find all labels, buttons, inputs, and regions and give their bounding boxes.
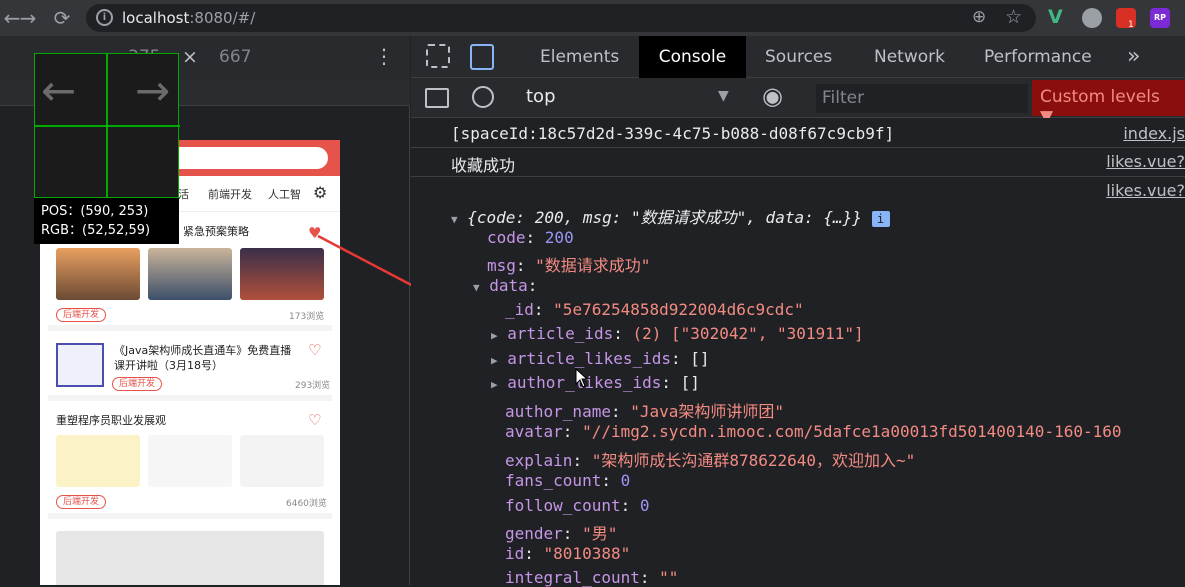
triangle-down-icon: ▼ (473, 281, 480, 294)
object-property: follow_count: 0 (505, 496, 650, 515)
star-icon[interactable]: ☆ (1005, 6, 1022, 28)
object-property[interactable]: ▶ author_likes_ids: [] (491, 373, 700, 392)
category-item[interactable]: 人工智 (268, 186, 301, 202)
list-item[interactable]: 重塑程序员职业发展观 ♡ 后端开发 6460浏览 (48, 407, 332, 519)
article-title: 重塑程序员职业发展观 (56, 414, 166, 427)
article-thumbnail (56, 435, 140, 487)
console-output: [spaceId:18c57d2d-339c-4c75-b088-d08f67c… (411, 118, 1185, 587)
reload-icon[interactable]: ⟳ (50, 6, 74, 30)
console-message: 收藏成功 (451, 156, 516, 175)
object-property: id: "8010388" (505, 544, 631, 563)
more-tabs-icon[interactable]: » (1127, 36, 1140, 78)
object-property: code: 200 (487, 228, 574, 247)
object-summary[interactable]: ▼ {code: 200, msg: "数据请求成功", data: {…}} … (451, 204, 890, 228)
category-tag: 后端开发 (112, 377, 163, 391)
article-thumbnail (240, 435, 324, 487)
object-property: _id: "5e76254858d922004d6c9cdc" (505, 300, 804, 319)
pos-readout: POS：(590, 253) (41, 204, 149, 219)
source-link[interactable]: likes.vue? (1106, 181, 1185, 200)
eye-icon[interactable]: ◉ (762, 82, 783, 110)
object-property: avatar: "//img2.sycdn.imooc.com/5dafce1a… (505, 422, 1122, 441)
magnifier-overlay: ← → (34, 53, 180, 199)
url-text[interactable]: localhost:8080/#/ (122, 9, 255, 27)
forward-arrow-icon[interactable]: → (16, 6, 40, 30)
triangle-right-icon: ▶ (491, 354, 498, 367)
object-property: fans_count: 0 (505, 471, 631, 490)
inspect-element-icon[interactable] (426, 44, 450, 68)
zoom-icon[interactable]: ⊕ (972, 7, 986, 27)
url-host: localhost (122, 9, 190, 27)
console-divider (411, 147, 1185, 148)
object-property[interactable]: ▶ article_likes_ids: [] (491, 349, 710, 368)
source-link[interactable]: index.js (1123, 124, 1185, 143)
more-vert-icon[interactable]: ⋮ (374, 44, 394, 68)
list-item[interactable] (48, 525, 332, 585)
article-thumbnail (148, 248, 232, 300)
article-thumbnail (148, 435, 232, 487)
console-message: [spaceId:18c57d2d-339c-4c75-b088-d08f67c… (451, 124, 895, 143)
category-item[interactable]: 活 (178, 186, 189, 202)
list-item[interactable]: 《Java架构师成长直通车》免费直播课开讲啦（3月18号） ♡ 后端开发 293… (48, 337, 332, 401)
console-divider (411, 176, 1185, 177)
heart-outline-icon[interactable]: ♡ (308, 411, 321, 429)
object-property: explain: "架构师成长沟通群878622640，欢迎加入~" (505, 451, 916, 470)
object-property[interactable]: ▶ article_ids: (2) ["302042", "301911"] (491, 324, 864, 343)
article-thumbnail (56, 343, 104, 387)
url-path: :8080/#/ (189, 9, 256, 27)
view-count: 293浏览 (295, 381, 331, 391)
vue-devtools-icon[interactable]: V (1048, 6, 1063, 28)
object-property[interactable]: ▼ data: (473, 276, 537, 295)
info-icon[interactable]: i (871, 211, 890, 227)
article-thumbnail (56, 531, 324, 585)
article-title: 《Java架构师成长直通车》免费直播课开讲啦（3月18号） (114, 344, 292, 372)
object-property: msg: "数据请求成功" (487, 256, 651, 275)
triangle-right-icon: ▶ (491, 329, 498, 342)
category-tag: 后端开发 (56, 308, 107, 322)
context-selector[interactable]: top (526, 86, 556, 107)
extension-icon[interactable] (1082, 8, 1102, 28)
filter-input[interactable]: Filter (816, 84, 1028, 113)
rgb-readout: RGB：(52,52,59) (41, 223, 151, 238)
object-property: author_name: "Java架构师讲师团" (505, 402, 785, 421)
magnifier-readout: POS：(590, 253) RGB：(52,52,59) (34, 198, 179, 244)
article-title: 紧急预案策略 (183, 225, 249, 238)
magnifier-gridline (35, 125, 180, 127)
tab-sources[interactable]: Sources (765, 36, 832, 78)
sidebar-toggle-icon[interactable] (425, 88, 449, 108)
gear-icon[interactable]: ⚙ (313, 183, 327, 202)
back-arrow-icon: ← (41, 66, 77, 115)
heart-outline-icon[interactable]: ♡ (308, 341, 321, 359)
triangle-right-icon: ▶ (491, 378, 498, 391)
category-tag: 后端开发 (56, 495, 107, 509)
close-icon: × (182, 46, 198, 68)
tab-elements[interactable]: Elements (540, 36, 619, 78)
view-count: 6460浏览 (286, 499, 327, 509)
source-link[interactable]: likes.vue? (1106, 152, 1185, 171)
object-property: gender: "男" (505, 524, 618, 543)
tab-performance[interactable]: Performance (984, 36, 1092, 78)
rp-icon[interactable]: RP (1150, 8, 1170, 28)
clear-console-icon[interactable] (472, 86, 494, 108)
category-item[interactable]: 前端开发 (208, 186, 252, 202)
object-property: integral_count: "" (505, 568, 679, 587)
triangle-down-icon[interactable]: ▼ (451, 213, 458, 226)
info-icon[interactable]: i (96, 9, 113, 26)
notification-badge: 1 (1128, 20, 1134, 30)
mouse-cursor-icon (575, 368, 589, 388)
device-toggle-icon[interactable] (470, 44, 494, 70)
forward-arrow-icon: → (135, 66, 171, 115)
tab-network[interactable]: Network (874, 36, 945, 78)
chevron-down-icon[interactable]: ▼ (718, 88, 729, 104)
device-height[interactable]: 667 (219, 47, 251, 67)
log-levels-dropdown[interactable]: Custom levels ▼ (1032, 80, 1185, 127)
tab-console[interactable]: Console (639, 36, 746, 78)
article-thumbnail (56, 248, 140, 300)
